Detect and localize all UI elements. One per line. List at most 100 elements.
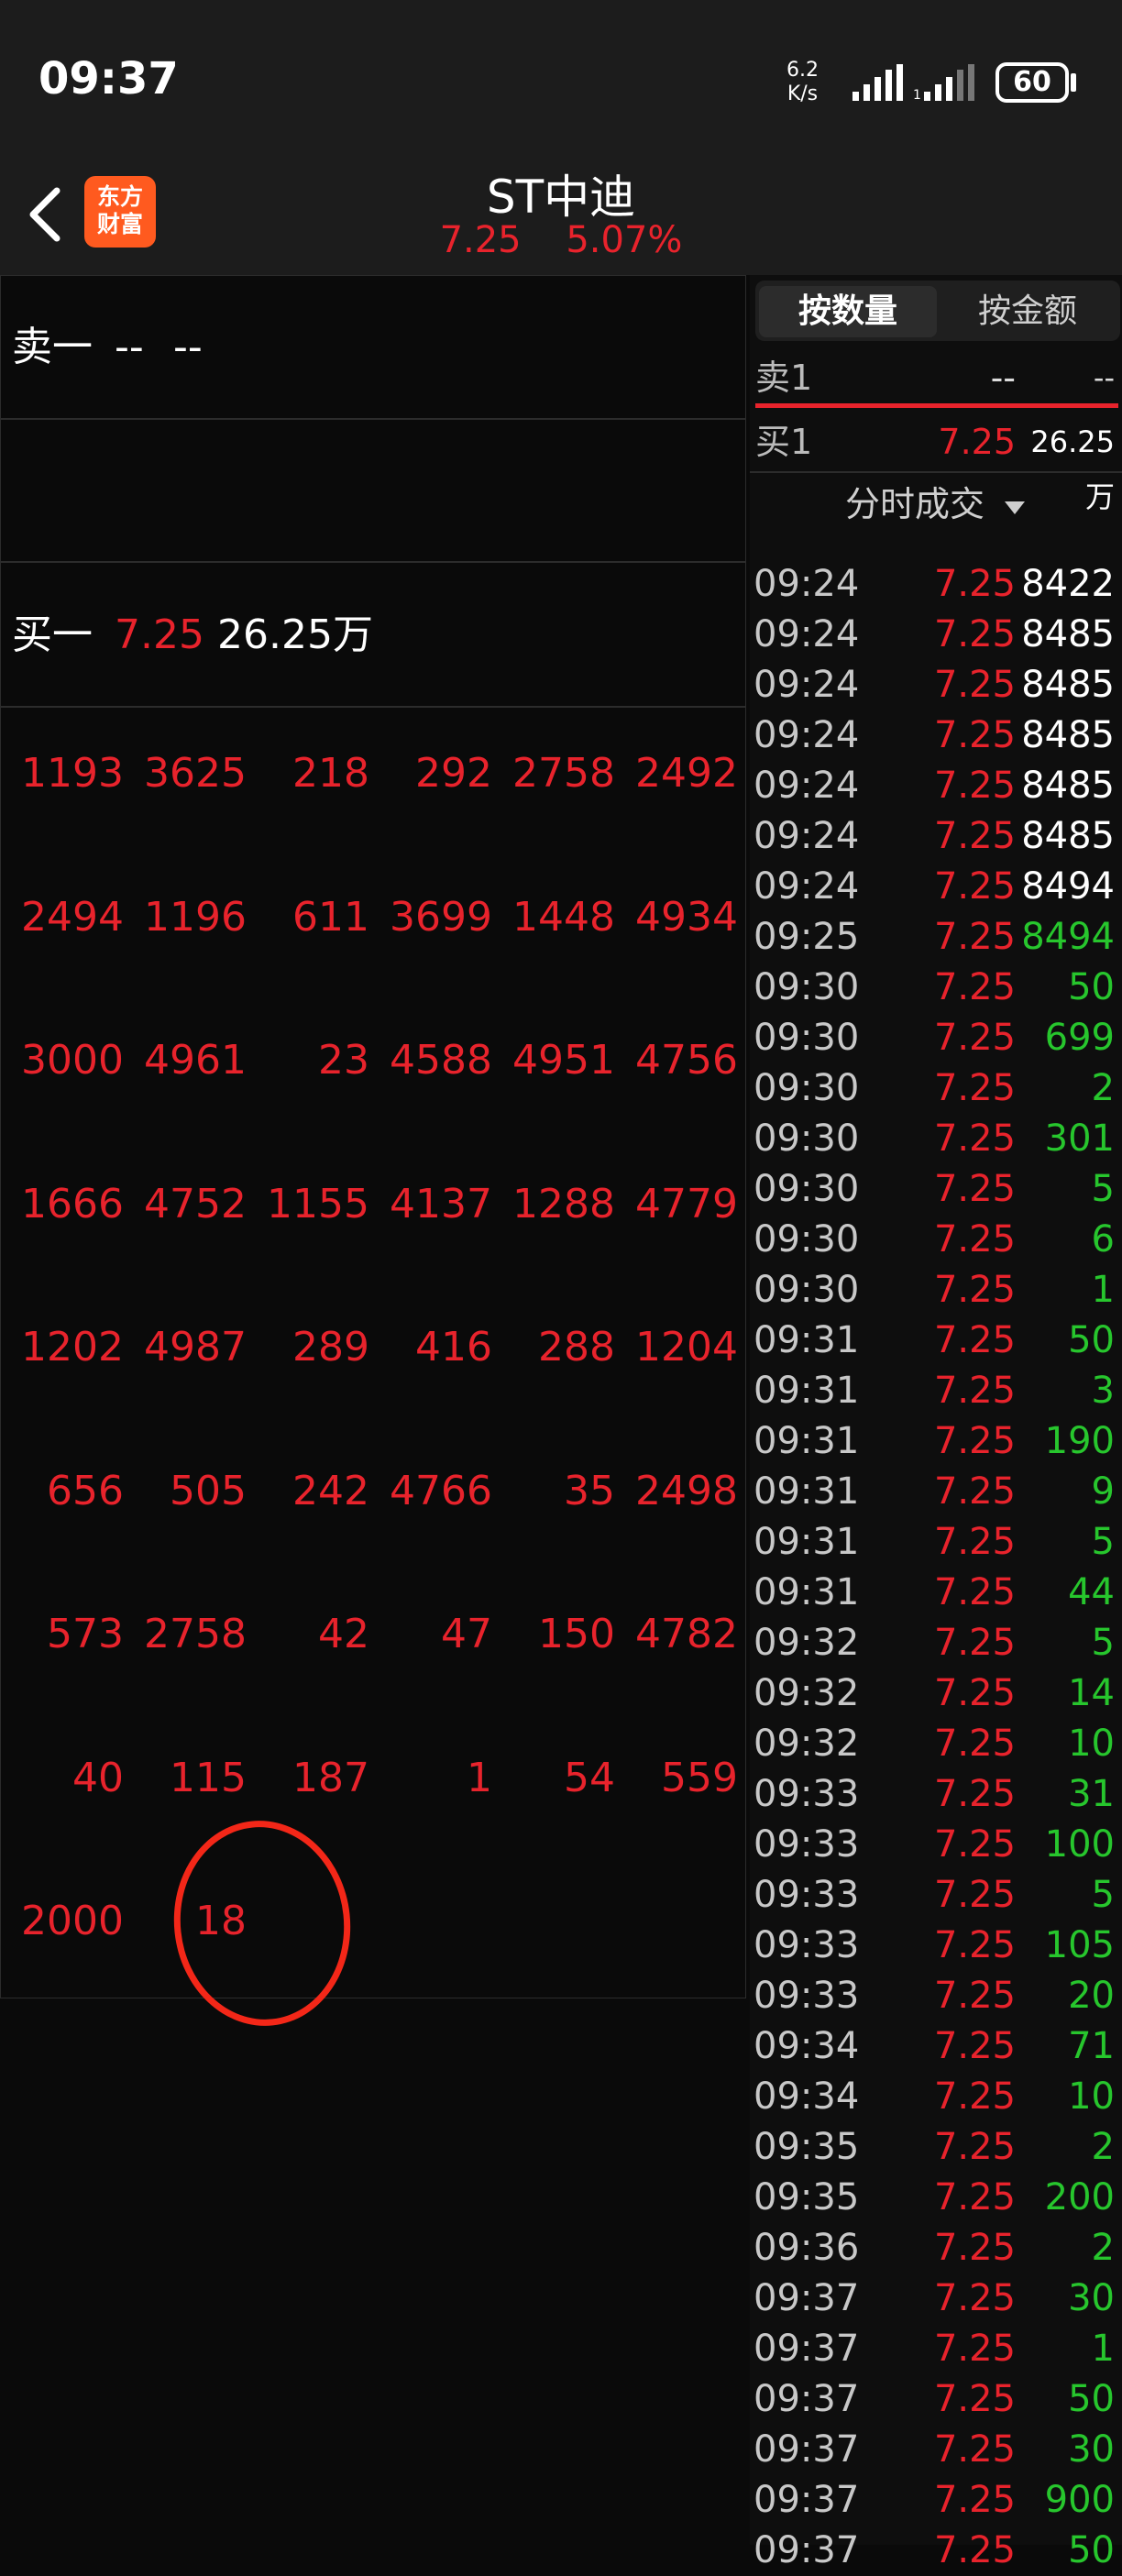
tick-row: 09:37 7.25 50 [750,2374,1122,2425]
tick-price: 7.25 [933,1874,1016,1916]
tick-volume: 5 [1091,1622,1115,1664]
order-cell: 242 [292,1468,369,1514]
price-line: 7.25 5.07% [0,213,1122,268]
order-cell: 54 [564,1755,615,1801]
tick-time: 09:30 [754,966,860,1008]
tick-time: 09:33 [754,1823,860,1866]
tick-price: 7.25 [933,2378,1016,2420]
tick-time: 09:37 [754,2378,860,2420]
back-arrow-icon[interactable] [20,178,75,251]
tick-volume: 8485 [1021,815,1115,857]
order-cell: 2494 [21,894,124,941]
tick-volume: 2 [1091,2126,1115,2168]
buy-one-volume: 26.25万 [217,611,373,658]
order-cell: 187 [292,1755,369,1801]
tick-row: 09:33 7.25 31 [750,1769,1122,1820]
tick-time: 09:32 [754,1672,860,1714]
tick-time: 09:32 [754,1723,860,1765]
tick-time: 09:37 [754,2428,860,2471]
tab-bar: 按数量 按金额 [755,281,1120,341]
order-cell: 218 [292,750,369,797]
tick-row: 09:24 7.25 8485 [750,761,1122,811]
order-cell: 1196 [144,894,247,941]
tick-time: 09:31 [754,1420,860,1462]
tick-row: 09:31 7.25 5 [750,1517,1122,1568]
tick-price: 7.25 [933,1823,1016,1866]
tick-row: 09:24 7.25 8422 [750,559,1122,610]
tick-price: 7.25 [933,1117,1016,1160]
tick-price: 7.25 [933,2126,1016,2168]
tick-volume: 50 [1068,2529,1115,2571]
order-cell: 4987 [144,1324,247,1371]
tick-time: 09:31 [754,1571,860,1613]
tab-by-amount[interactable]: 按金额 [939,286,1116,337]
tick-row: 09:37 7.25 1 [750,2324,1122,2374]
tick-price: 7.25 [933,1168,1016,1210]
buy-1-price: 7.25 [938,422,1016,462]
tick-price: 7.25 [933,2075,1016,2118]
tick-row: 09:37 7.25 30 [750,2425,1122,2475]
tick-row: 09:32 7.25 10 [750,1719,1122,1769]
order-cell: 1666 [21,1181,124,1227]
tick-row: 09:31 7.25 190 [750,1416,1122,1467]
tick-time: 09:37 [754,2479,860,2521]
tick-volume: 50 [1068,2378,1115,2420]
order-cell: 115 [170,1755,247,1801]
order-cell: 1288 [512,1181,615,1227]
sell-one-volume: -- [173,324,203,370]
tab-by-quantity[interactable]: 按数量 [759,286,937,337]
tick-row: 09:33 7.25 100 [750,1820,1122,1870]
tick-volume: 50 [1068,966,1115,1008]
tick-volume: 105 [1044,1924,1115,1966]
tick-row: 09:24 7.25 8485 [750,710,1122,761]
tick-volume: 5 [1091,1874,1115,1916]
tick-time: 09:24 [754,563,860,605]
tick-time: 09:31 [754,1470,860,1513]
order-cell: 4782 [635,1611,738,1657]
tick-row: 09:37 7.25 900 [750,2475,1122,2526]
tick-volume: 8494 [1021,916,1115,958]
sell-one-price: -- [115,324,144,370]
tick-price: 7.25 [933,815,1016,857]
order-cell: 1193 [21,750,124,797]
buy-one-row: 买一 7.25 26.25万 [0,561,746,708]
tick-row: 09:33 7.25 5 [750,1870,1122,1921]
tick-time: 09:37 [754,2328,860,2370]
tick-volume: 6 [1091,1218,1115,1260]
tick-volume: 5 [1091,1168,1115,1210]
order-cell: 23 [318,1037,369,1084]
tick-row: 09:32 7.25 5 [750,1618,1122,1668]
tick-time: 09:34 [754,2025,860,2067]
tick-row: 09:30 7.25 5 [750,1164,1122,1215]
tick-price: 7.25 [933,2176,1016,2218]
tick-time: 09:25 [754,916,860,958]
order-cell: 4588 [390,1037,492,1084]
order-cell: 47 [441,1611,492,1657]
order-cell: 289 [292,1324,369,1371]
tick-volume: 8485 [1021,765,1115,807]
change-percent: 5.07% [566,219,683,261]
fenshi-dropdown[interactable]: 分时成交 [750,477,1122,532]
tick-time: 09:30 [754,1017,860,1059]
tick-price: 7.25 [933,2227,1016,2269]
tick-volume: 200 [1044,2176,1115,2218]
tick-price: 7.25 [933,2428,1016,2471]
tick-time: 09:30 [754,1117,860,1160]
order-cell: 4779 [635,1181,738,1227]
app-logo[interactable]: 东方 财富 [84,176,156,248]
tick-price: 7.25 [933,1420,1016,1462]
tick-volume: 8485 [1021,714,1115,756]
tick-time: 09:30 [754,1168,860,1210]
tick-price: 7.25 [933,1975,1016,2017]
order-cell: 288 [538,1324,615,1371]
tick-time: 09:36 [754,2227,860,2269]
tick-price: 7.25 [933,613,1016,655]
tick-price: 7.25 [933,1017,1016,1059]
tick-row: 09:32 7.25 14 [750,1668,1122,1719]
tick-volume: 14 [1068,1672,1115,1714]
buy-one-price: 7.25 [115,611,204,658]
tick-row: 09:35 7.25 200 [750,2173,1122,2223]
tick-volume: 2 [1091,1067,1115,1109]
tick-volume: 9 [1091,1470,1115,1513]
tick-row: 09:30 7.25 6 [750,1215,1122,1265]
